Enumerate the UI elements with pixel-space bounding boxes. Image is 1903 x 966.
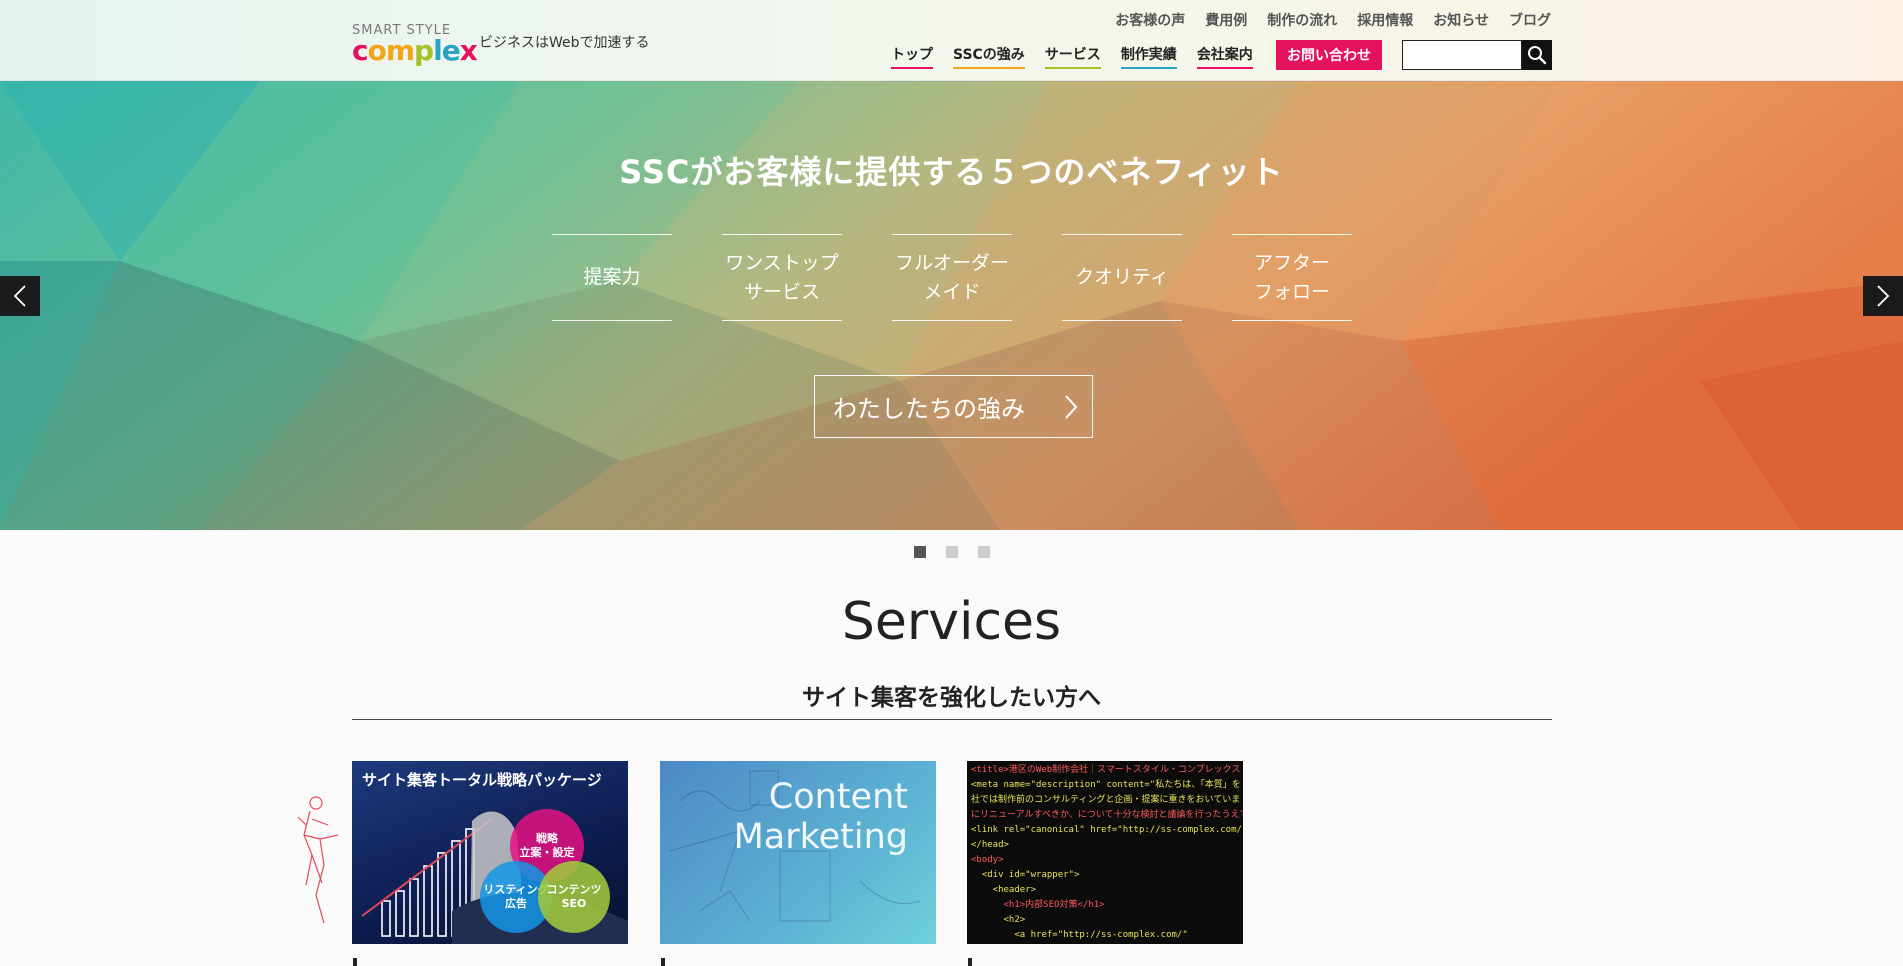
- tagline: ビジネスはWebで加速する: [479, 35, 650, 51]
- code-line: <h2>: [971, 915, 1026, 925]
- slider-dot-1[interactable]: [914, 546, 926, 558]
- nav-works[interactable]: 制作実績: [1120, 44, 1177, 69]
- benefit-after-follow[interactable]: アフター フォロー: [1232, 234, 1352, 321]
- contact-button[interactable]: お問い合わせ: [1276, 40, 1382, 70]
- logo-letter: m: [385, 34, 415, 67]
- code-line: にリニューアルすべきか、について十分な検討と議論を行ったうえで: [971, 810, 1243, 820]
- service-card-internal-seo[interactable]: <title>港区のWeb制作会社｜スマートスタイル・コンプレックス <meta …: [967, 761, 1243, 944]
- code-line: <title>港区のWeb制作会社｜スマートスタイル・コンプレックス: [971, 765, 1241, 775]
- code-line: <meta name="description" content="私たちは、「…: [971, 780, 1241, 790]
- code-snippet: <title>港区のWeb制作会社｜スマートスタイル・コンプレックス <meta …: [971, 763, 1243, 943]
- card-title-marker: [353, 958, 357, 966]
- search-icon: [1528, 46, 1547, 65]
- benefit-quality[interactable]: クオリティ: [1062, 234, 1182, 321]
- slider-prev-button[interactable]: [0, 276, 40, 316]
- subnav-cost[interactable]: 費用例: [1205, 10, 1247, 30]
- subnav-news[interactable]: お知らせ: [1433, 10, 1489, 30]
- card-title-marker: [968, 958, 972, 966]
- subnav-recruit[interactable]: 採用情報: [1357, 10, 1413, 30]
- services-subheading: サイト集客を強化したい方へ: [802, 685, 1101, 711]
- slider-dot-2[interactable]: [946, 546, 958, 558]
- logo-letter: o: [367, 34, 387, 67]
- logo-wordmark: complex: [352, 34, 478, 67]
- search-button[interactable]: [1522, 40, 1552, 70]
- service-card-total-strategy[interactable]: サイト集客トータル戦略パッケージ 戦略 立案・設定 リスティング 広告 コンテン…: [352, 761, 628, 944]
- benefit-full-order[interactable]: フルオーダー メイド: [892, 234, 1012, 321]
- logo-letter: c: [352, 34, 369, 67]
- slider-dot-3[interactable]: [978, 546, 990, 558]
- slider-pagination: [914, 546, 1010, 558]
- logo-letter: p: [414, 34, 434, 67]
- service-card-content-marketing[interactable]: Content Marketing: [660, 761, 936, 944]
- circle-content-seo: コンテンツ SEO: [538, 861, 610, 933]
- benefit-proposal[interactable]: 提案力: [552, 234, 672, 321]
- code-line: <div id="wrapper">: [971, 870, 1080, 880]
- search-box: [1402, 40, 1552, 70]
- benefit-one-stop[interactable]: ワンストップ サービス: [722, 234, 842, 321]
- benefit-list: 提案力 ワンストップ サービス フルオーダー メイド クオリティ アフター フォ…: [552, 234, 1352, 321]
- our-strength-label: わたしたちの強み: [833, 395, 1025, 423]
- subnav-blog[interactable]: ブログ: [1509, 10, 1551, 30]
- card-title-marker: [661, 958, 665, 966]
- code-line: <body>: [971, 855, 1004, 865]
- content-marketing-text: Content Marketing: [733, 777, 908, 857]
- logo[interactable]: SMART STYLE complex: [352, 24, 478, 67]
- subnav-voice[interactable]: お客様の声: [1115, 10, 1185, 30]
- code-line: </head>: [971, 840, 1009, 850]
- hero-title: SSCがお客様に提供する５つのベネフィット: [619, 153, 1284, 191]
- logo-letter: x: [459, 34, 478, 67]
- hero-slider: SSCがお客様に提供する５つのベネフィット 提案力 ワンストップ サービス フル…: [0, 81, 1903, 530]
- site-header: SMART STYLE complex ビジネスはWebで加速する お客様の声 …: [0, 0, 1903, 81]
- logo-letter: l: [433, 34, 443, 67]
- slider-next-button[interactable]: [1863, 276, 1903, 316]
- nav-company[interactable]: 会社案内: [1196, 44, 1253, 69]
- nav-strength[interactable]: SSCの強み: [953, 44, 1025, 69]
- sub-navigation: お客様の声 費用例 制作の流れ 採用情報 お知らせ ブログ: [1095, 10, 1551, 30]
- code-line: <header>: [971, 885, 1037, 895]
- code-line: 社では制作前のコンサルティングと企画・提案に重きをおいていま: [971, 795, 1241, 805]
- code-line: <a href="http://ss-complex.com/": [971, 930, 1188, 940]
- chevron-left-icon: [13, 285, 26, 307]
- chevron-right-icon: [1065, 395, 1078, 419]
- services-heading: Services: [841, 592, 1062, 652]
- chevron-right-icon: [1877, 285, 1890, 307]
- code-line: <h1>内部SEO対策</h1>: [971, 900, 1105, 910]
- search-input[interactable]: [1402, 40, 1522, 70]
- logo-letter: e: [441, 34, 461, 67]
- code-line: <link rel="canonical" href="http://ss-co…: [971, 825, 1243, 835]
- our-strength-button[interactable]: わたしたちの強み: [814, 375, 1093, 438]
- main-navigation: トップ SSCの強み サービス 制作実績 会社案内: [891, 44, 1273, 69]
- nav-top[interactable]: トップ: [891, 44, 933, 69]
- nav-service[interactable]: サービス: [1044, 44, 1101, 69]
- section-divider: [352, 719, 1552, 720]
- subnav-flow[interactable]: 制作の流れ: [1267, 10, 1337, 30]
- businessman-illustration-icon: [298, 796, 339, 924]
